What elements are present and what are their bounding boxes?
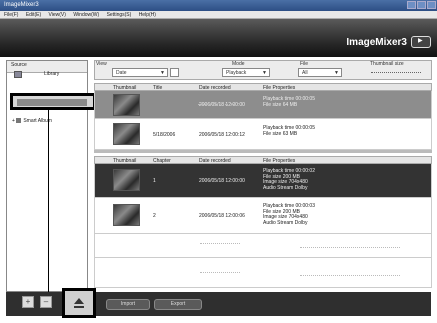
row-chapter: 2: [153, 213, 156, 219]
video-thumbnail: [113, 94, 140, 116]
menu-file[interactable]: File(F): [4, 12, 18, 18]
menu-edit[interactable]: Edit(E): [26, 12, 41, 18]
video-thumbnail: [113, 204, 140, 226]
minimize-button[interactable]: [407, 1, 416, 9]
mode-select[interactable]: Playback ▼: [222, 68, 270, 77]
row-props: Playback time 00:00:05 File size 64 MB: [263, 96, 315, 108]
table-header-titles: Thumbnail Title Date recorded File Prope…: [94, 83, 432, 91]
table-row-empty: [94, 258, 432, 288]
selected-source-bar: [17, 99, 87, 106]
mode-label: Mode: [232, 61, 245, 67]
prop-line: File size 63 MB: [263, 130, 298, 137]
view-value: Date: [116, 70, 127, 76]
selected-source-item[interactable]: [10, 93, 96, 110]
brand-name: ImageMixer3: [346, 37, 407, 48]
chevron-down-icon: ▼: [262, 70, 267, 76]
maximize-button[interactable]: [417, 1, 426, 9]
add-button[interactable]: +: [22, 296, 34, 308]
thumbnail-size-slider[interactable]: [368, 68, 424, 77]
table-row[interactable]: 2006/05/18 12:00:00 Playback time 00:00:…: [94, 91, 432, 119]
table-row[interactable]: 1 2006/05/18 12:00:00 Playback time 00:0…: [94, 164, 432, 198]
divider: [200, 243, 240, 244]
menu-help[interactable]: Help(H): [139, 12, 156, 18]
pane-splitter[interactable]: [94, 150, 432, 153]
row-props: Playback time 00:00:05 File size 63 MB: [263, 125, 315, 137]
menu-window[interactable]: Window(W): [73, 12, 99, 18]
slider-track: [371, 72, 421, 73]
album-icon: [16, 118, 22, 124]
chevron-down-icon: ▼: [160, 70, 165, 76]
menu-view[interactable]: View(V): [49, 12, 66, 18]
library-icon[interactable]: [14, 71, 22, 78]
file-value: All: [302, 70, 308, 76]
row-date: 2006/05/18 12:00:12: [199, 132, 245, 138]
title-bar: ImageMixer3: [0, 0, 437, 11]
mode-value: Playback: [226, 70, 247, 76]
video-thumbnail: [113, 123, 140, 145]
table-header-chapters: Thumbnail Chapter Date recorded File Pro…: [94, 156, 432, 164]
view-option-button[interactable]: [170, 68, 179, 77]
divider: [300, 275, 400, 276]
callout-line: [48, 110, 49, 293]
divider: [300, 247, 400, 248]
row-props: Playback time 00:00:02 File size 200 MB …: [263, 168, 315, 191]
view-select[interactable]: Date ▼: [112, 68, 168, 77]
close-button[interactable]: [427, 1, 436, 9]
menu-bar: File(F) Edit(E) View(V) Window(W) Settin…: [0, 11, 437, 19]
export-button[interactable]: Export: [154, 299, 202, 310]
divider: [200, 272, 240, 273]
prop-line: Audio Stream Dolby: [263, 184, 308, 191]
row-date: 2006/05/18 12:00:06: [199, 213, 245, 219]
brand-badge-label: ▶: [418, 38, 423, 44]
table-row[interactable]: 2 2006/05/18 12:00:06 Playback time 00:0…: [94, 198, 432, 234]
divider: [198, 104, 238, 105]
video-thumbnail: [113, 169, 140, 191]
thumbnail-size-label: Thumbnail size: [370, 61, 404, 67]
library-label[interactable]: Library: [44, 71, 59, 77]
remove-button[interactable]: –: [40, 296, 52, 308]
row-title: 5/18/2006: [153, 132, 176, 138]
eject-button[interactable]: [62, 288, 96, 318]
file-label: File: [300, 61, 309, 67]
row-chapter: 1: [153, 178, 156, 184]
eject-icon-bar: [74, 306, 84, 308]
menu-settings[interactable]: Settings(S): [107, 12, 132, 18]
import-button[interactable]: Import: [106, 299, 150, 310]
prop-line: File size 64 MB: [263, 101, 298, 108]
eject-icon: [74, 298, 84, 304]
row-date: 2006/05/18 12:00:00: [199, 178, 245, 184]
smart-album-item[interactable]: + Smart Album: [12, 118, 52, 124]
brand-badge[interactable]: ▶: [411, 36, 431, 48]
table-row-empty: [94, 234, 432, 258]
window-title: ImageMixer3: [4, 2, 39, 8]
file-select[interactable]: All ▼: [298, 68, 342, 77]
prop-line: Audio Stream Dolby: [263, 219, 308, 226]
row-props: Playback time 00:00:03 File size 200 MB …: [263, 203, 315, 226]
row-date: 2006/05/18 12:00:00: [199, 102, 245, 108]
table-row[interactable]: 5/18/2006 2006/05/18 12:00:12 Playback t…: [94, 119, 432, 150]
chevron-down-icon: ▼: [334, 70, 339, 76]
view-label: View: [96, 61, 107, 67]
